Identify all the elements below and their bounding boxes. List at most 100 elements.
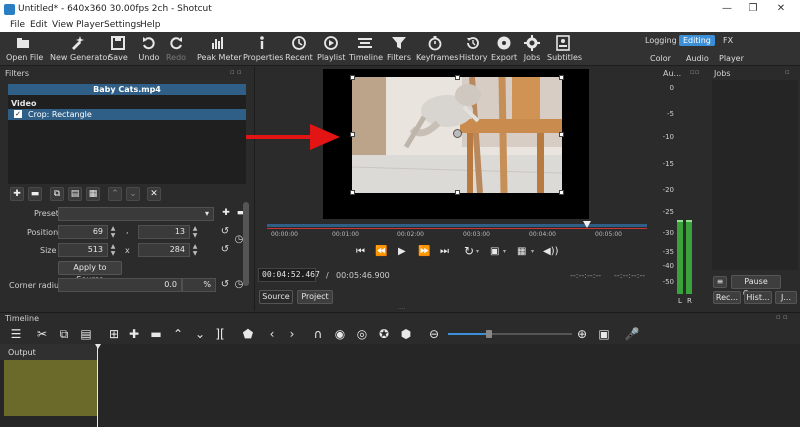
timeline-track-area[interactable] [0, 344, 800, 427]
zoom-slider-track[interactable] [448, 330, 572, 338]
size-width-spinner[interactable]: ▲ ▼ [109, 243, 117, 257]
subtitles-button[interactable]: Subtitles [547, 32, 582, 66]
corner-radius-reset-icon[interactable]: ↺ [219, 279, 231, 291]
previous-marker-icon[interactable]: ‹ [264, 326, 280, 342]
size-reset-icon[interactable]: ↺ [219, 244, 231, 256]
export-button[interactable]: Export [491, 32, 517, 66]
grid-icon[interactable]: ▦ [517, 246, 526, 257]
timeline-clip[interactable] [4, 360, 98, 416]
zoom-in-icon[interactable]: ⊕ [574, 326, 590, 342]
filters-panel-float-icon[interactable]: ▫ ▫ [230, 68, 242, 76]
filter-item-crop-rectangle[interactable]: ✓ Crop: Rectangle [8, 109, 246, 120]
tab-jobs[interactable]: J... [775, 291, 797, 304]
jobs-panel-float-icon[interactable]: ▫ [785, 68, 790, 76]
layout-audio[interactable]: Audio [682, 53, 713, 64]
position-y-field[interactable]: 13 [138, 225, 190, 239]
corner-radius-field[interactable]: 0.0 [58, 278, 182, 292]
fast-forward-icon[interactable]: ⏩ [418, 246, 430, 257]
properties-button[interactable]: Properties [243, 32, 283, 66]
overwrite-icon[interactable]: ⌄ [192, 326, 208, 342]
timeline-panel-float-icon[interactable]: ▫ ▫ [776, 313, 788, 321]
timeline-playhead-marker[interactable] [95, 344, 101, 349]
record-audio-icon[interactable]: 🎤 [624, 326, 640, 342]
loop-icon[interactable]: ↻ [464, 244, 474, 258]
pause-queue-button[interactable]: Pause Queue [731, 275, 781, 298]
loop-dropdown-icon[interactable]: ▾ [476, 248, 479, 255]
keyframes-button[interactable]: Keyframes [416, 32, 458, 66]
crop-handle-top-left[interactable] [350, 75, 355, 80]
crop-handle-right[interactable] [559, 132, 564, 137]
tab-source[interactable]: Source [259, 290, 293, 304]
ripple-icon[interactable]: ◎ [354, 326, 370, 342]
crop-handle-left[interactable] [350, 132, 355, 137]
recent-button[interactable]: Recent [285, 32, 313, 66]
position-y-spinner[interactable]: ▲ ▼ [191, 225, 199, 239]
playlist-button[interactable]: Playlist [317, 32, 345, 66]
preset-dropdown[interactable]: ▾ [58, 207, 214, 221]
position-reset-icon[interactable]: ↺ [219, 226, 231, 238]
filter-enabled-checkbox[interactable]: ✓ [14, 110, 22, 118]
crop-handle-bottom-right[interactable] [559, 190, 564, 195]
jobs-menu-icon[interactable]: ≡ [713, 276, 727, 288]
zoom-slider-handle[interactable] [486, 330, 492, 338]
move-filter-up-icon[interactable]: ⌃ [108, 187, 122, 201]
menu-help[interactable]: Help [140, 19, 161, 31]
current-timecode-field[interactable]: 00:04:52.467 [258, 268, 320, 282]
skip-to-end-icon[interactable]: ⏭ [440, 246, 449, 257]
crop-handle-top-right[interactable] [559, 75, 564, 80]
audio-panel-float-icon[interactable]: ▫▫ [690, 68, 700, 76]
ripple-markers-icon[interactable]: ⬢ [398, 326, 414, 342]
grid-dropdown-icon[interactable]: ▾ [531, 248, 534, 255]
layout-player[interactable]: Player [715, 53, 748, 64]
deselect-filter-icon[interactable]: ✕ [147, 187, 161, 201]
tab-recent[interactable]: Rec... [713, 291, 741, 304]
zoom-dropdown-icon[interactable]: ▾ [503, 248, 506, 255]
paste-icon[interactable]: ▤ [78, 326, 94, 342]
next-marker-icon[interactable]: › [284, 326, 300, 342]
save-preset-icon[interactable]: ✚ [219, 207, 233, 221]
output-track-header[interactable]: Output [0, 344, 98, 360]
menu-settings[interactable]: Settings [104, 19, 141, 31]
crop-center-handle[interactable] [453, 129, 462, 138]
history-button[interactable]: History [459, 32, 487, 66]
tab-project[interactable]: Project [297, 290, 333, 304]
redo-button[interactable]: Redo [164, 32, 188, 66]
layout-logging[interactable]: Logging [641, 35, 681, 46]
timeline-playhead-line[interactable] [97, 344, 98, 427]
scrub-eye-icon[interactable]: ◉ [332, 326, 348, 342]
tab-history[interactable]: Hist... [744, 291, 772, 304]
add-filter-button[interactable]: ✚ [10, 187, 24, 201]
move-filter-down-icon[interactable]: ⌄ [126, 187, 140, 201]
menu-file[interactable]: File [10, 19, 25, 31]
minimize-button[interactable]: — [720, 2, 734, 16]
zoom-fit-icon[interactable]: ▣ [490, 246, 499, 257]
filters-scrollbar[interactable] [243, 202, 249, 286]
timeline-button[interactable]: Timeline [349, 32, 383, 66]
copy-filter-icon[interactable]: ⧉ [50, 187, 64, 201]
filters-button[interactable]: Filters [386, 32, 412, 66]
apply-to-source-button[interactable]: Apply to Source [58, 261, 122, 284]
zoom-out-icon[interactable]: ⊖ [426, 326, 442, 342]
size-width-field[interactable]: 513 [58, 243, 108, 257]
size-height-field[interactable]: 284 [138, 243, 190, 257]
rewind-icon[interactable]: ⏪ [375, 246, 387, 257]
remove-filter-button[interactable]: ▬ [28, 187, 42, 201]
menu-player[interactable]: Player [76, 19, 104, 31]
restore-button[interactable]: ❐ [746, 2, 760, 16]
append-icon[interactable]: ⊞ [106, 326, 122, 342]
skip-to-start-icon[interactable]: ⏮ [356, 246, 365, 257]
volume-icon[interactable]: ◀)) [543, 246, 559, 257]
zoom-fit-timeline-icon[interactable]: ▣ [596, 326, 612, 342]
open-file-button[interactable]: Open File [6, 32, 43, 66]
layout-editing[interactable]: Editing [679, 35, 715, 46]
cut-icon[interactable]: ✂ [34, 326, 50, 342]
ripple-all-icon[interactable]: ✪ [376, 326, 392, 342]
lift-icon[interactable]: ⌃ [170, 326, 186, 342]
menu-view[interactable]: View [52, 19, 73, 31]
layout-fx[interactable]: FX [719, 35, 737, 46]
paste-filter-icon[interactable]: ▤ [68, 187, 82, 201]
layout-color[interactable]: Color [646, 53, 675, 64]
new-generator-button[interactable]: New Generator [50, 32, 111, 66]
ruler-playhead[interactable] [582, 221, 591, 228]
copy-icon[interactable]: ⧉ [56, 326, 72, 342]
